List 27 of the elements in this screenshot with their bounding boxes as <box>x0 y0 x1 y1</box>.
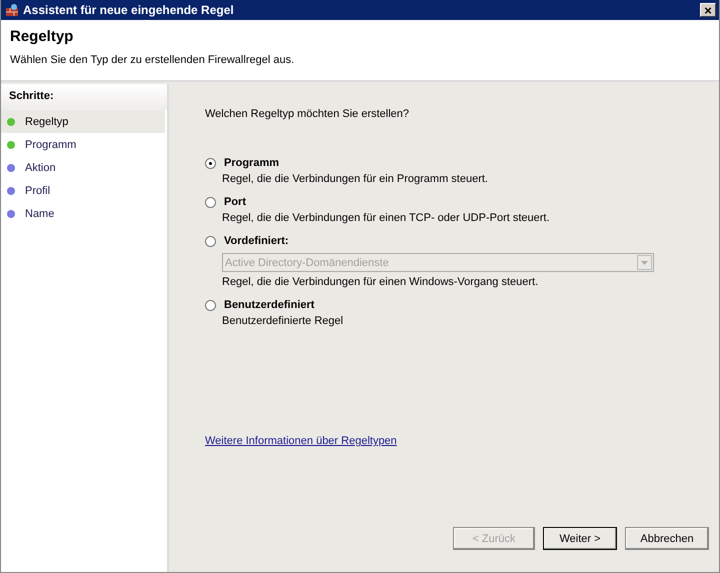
page-title: Regeltyp <box>10 28 74 45</box>
radio-button[interactable] <box>205 236 216 246</box>
firewall-icon <box>5 3 19 17</box>
caret-icon <box>637 255 652 270</box>
step-item[interactable]: Profil <box>1 179 165 202</box>
question-text: Welchen Regeltyp möchten Sie erstellen? <box>205 108 410 120</box>
step-item[interactable]: Regeltyp <box>1 110 165 133</box>
option-description: Regel, die die Verbindungen für ein Programm steuert. <box>222 173 489 185</box>
radio-button[interactable] <box>205 196 216 208</box>
radio-button[interactable] <box>205 300 216 310</box>
option-description: Regel, die die Verbindungen für einen TCP- oder UDP-Port steuert. <box>222 212 551 224</box>
option-label[interactable]: Programm <box>224 157 280 169</box>
option-description: Benutzerdefinierte Regel <box>222 315 344 327</box>
wizard-button[interactable]: Abbrechen <box>625 527 709 550</box>
step-item[interactable]: Name <box>1 202 165 225</box>
info-link[interactable]: Weitere Informationen über Regeltypen <box>205 435 397 447</box>
option-label[interactable]: Port <box>224 196 246 208</box>
step-item[interactable]: Aktion <box>1 156 165 179</box>
page-subtitle: Wählen Sie den Typ der zu erstellenden Firewallregel aus. <box>10 54 296 66</box>
radio-button[interactable] <box>205 158 216 168</box>
option-label[interactable]: Vordefiniert: <box>224 235 289 247</box>
option-description: Regel, die die Verbindungen für einen Windows-Vorgang steuert. <box>222 276 540 288</box>
wizard-button[interactable]: Weiter > <box>543 527 617 550</box>
step-item[interactable]: Programm <box>1 133 165 156</box>
window-title: Assistent für neue eingehende Regel <box>23 3 235 17</box>
close-button[interactable]: × <box>700 3 716 17</box>
option-label[interactable]: Benutzerdefiniert <box>224 299 314 311</box>
